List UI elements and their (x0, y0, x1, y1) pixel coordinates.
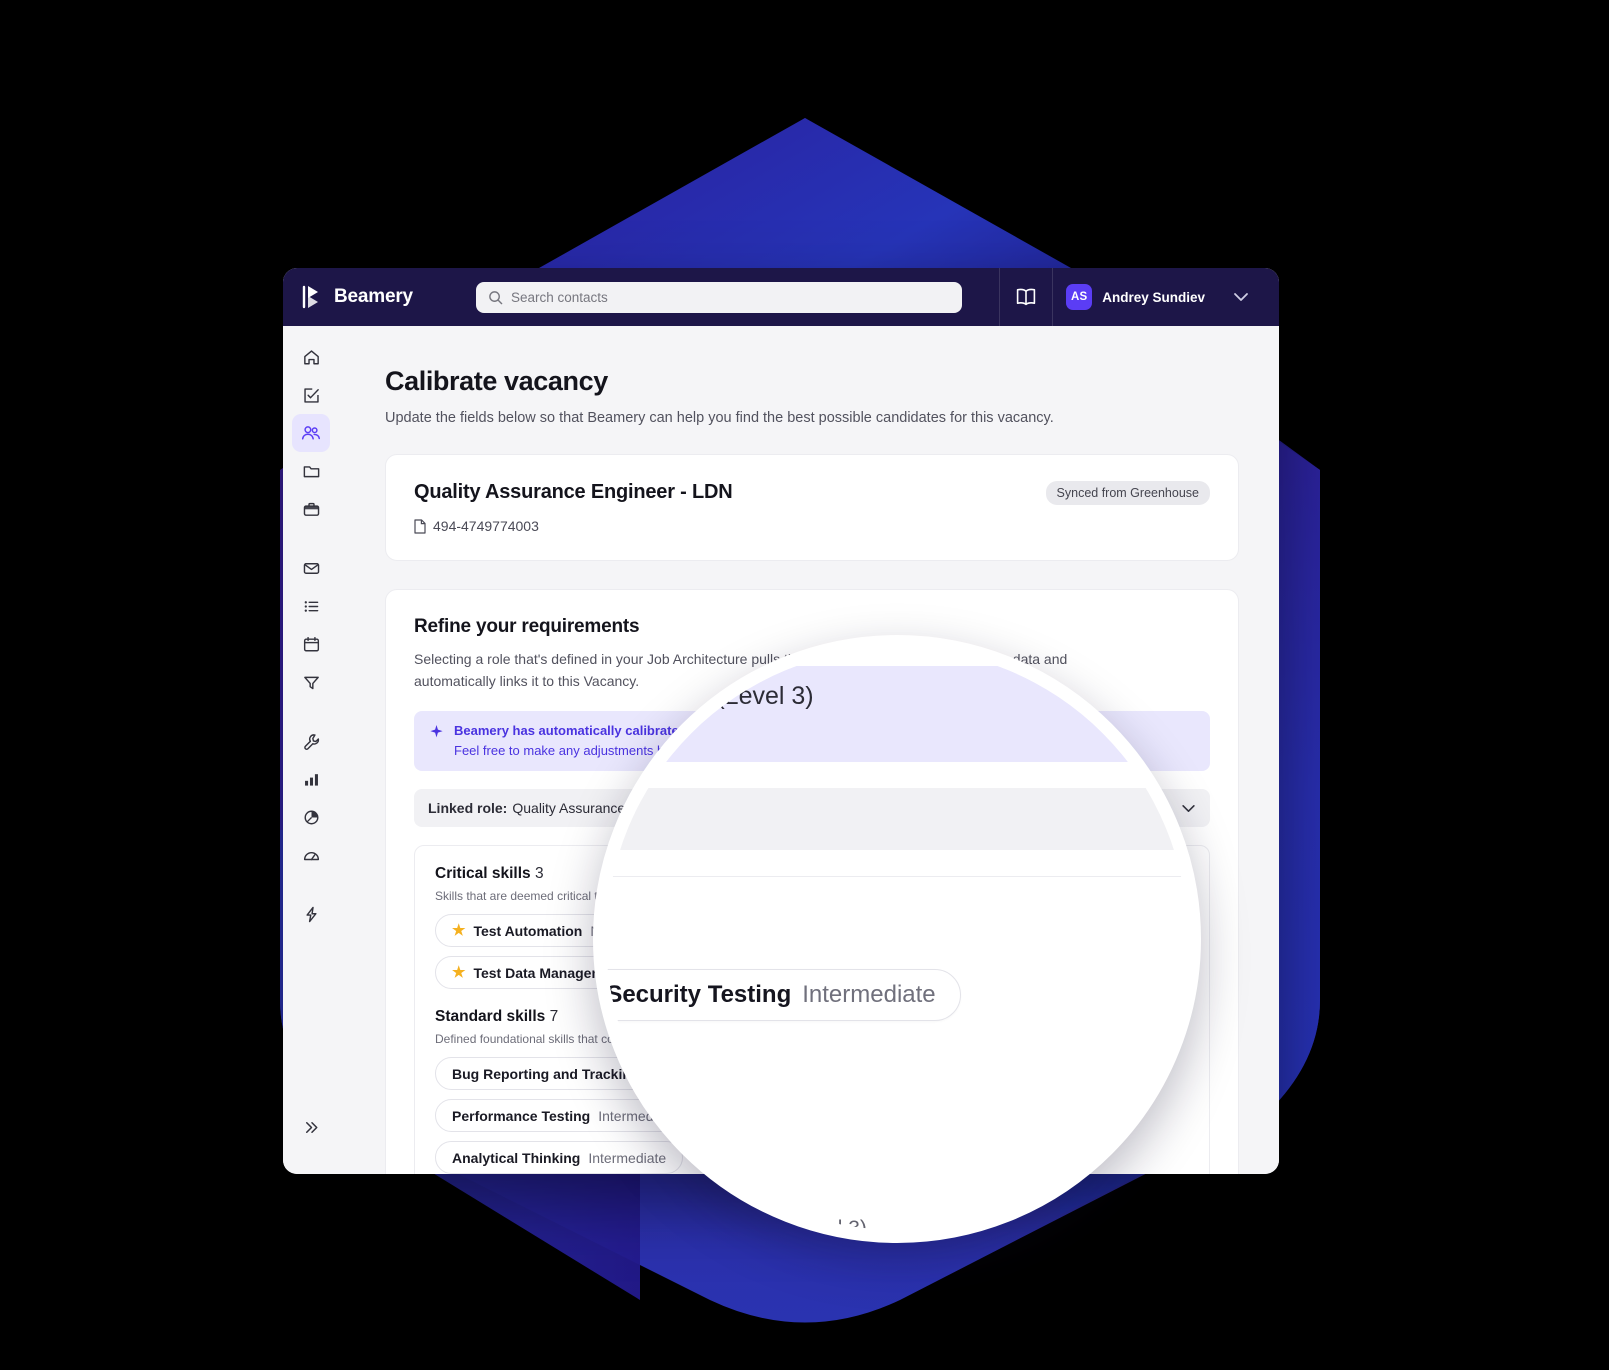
sidebar-item-automation[interactable] (292, 895, 330, 933)
user-name: Andrey Sundiev (1102, 289, 1205, 305)
user-menu[interactable]: AS Andrey Sundiev (1053, 268, 1219, 326)
status-badge: Synced from Greenhouse (1045, 481, 1210, 505)
magnified-view: ngineer (Level 3) y Assuranc 3 critical … (606, 648, 1188, 1230)
sidebar-item-lists[interactable] (292, 587, 330, 625)
sidebar-item-contacts[interactable] (292, 414, 330, 452)
critical-skills-count: 3 (534, 865, 544, 883)
folder-icon (303, 465, 319, 477)
standard-skills-label: Standard skills (435, 1008, 546, 1026)
vacancy-title: Quality Assurance Engineer - LDN (414, 481, 733, 503)
sidebar-item-filters[interactable] (292, 663, 330, 701)
sidebar-expand-button[interactable] (292, 1108, 330, 1146)
magnified-standard-description: nal skills that comprise a Staff Quality… (606, 1217, 867, 1230)
pie-chart-icon (304, 810, 318, 824)
lightning-icon (305, 906, 317, 922)
list-icon (304, 600, 318, 612)
check-square-icon (303, 387, 319, 403)
brand-logo[interactable]: Beamery (301, 284, 469, 310)
sidebar-navigation (283, 326, 339, 1174)
page-title: Calibrate vacancy (385, 366, 608, 396)
sidebar-item-analytics[interactable] (292, 798, 330, 836)
chevron-down-icon (1234, 293, 1248, 301)
search-icon (489, 290, 503, 304)
book-icon (1017, 288, 1036, 306)
page-subtitle: Update the fields below so that Beamery … (385, 410, 1054, 426)
sidebar-item-projects[interactable] (292, 452, 330, 490)
sidebar-item-calendar[interactable] (292, 625, 330, 663)
search-bar[interactable] (476, 281, 962, 313)
envelope-icon (303, 562, 319, 574)
skill-name: Analytical Thinking (452, 1149, 581, 1166)
home-icon (303, 349, 319, 364)
vacancy-reference: 494-4749774003 (414, 518, 1210, 534)
chevron-double-right-icon (305, 1121, 317, 1133)
magnified-skill-chip[interactable]: ★ Security Testing Intermediate (606, 969, 961, 1021)
sidebar-item-reports[interactable] (292, 760, 330, 798)
gauge-icon (303, 851, 319, 860)
vacancy-summary-card: Quality Assurance Engineer - LDN Synced … (385, 454, 1239, 561)
critical-skills-label: Critical skills (435, 865, 531, 883)
sidebar-item-vacancies[interactable] (292, 490, 330, 528)
sparkle-icon (430, 725, 443, 738)
skill-name: Performance Testing (452, 1107, 591, 1124)
skill-name: Test Automation (473, 922, 583, 939)
user-menu-caret[interactable] (1219, 268, 1263, 326)
people-icon (301, 426, 320, 440)
briefcase-icon (303, 502, 319, 516)
wrench-icon (303, 733, 319, 750)
calendar-icon (303, 636, 319, 651)
avatar: AS (1066, 284, 1093, 310)
star-icon: ★ (452, 922, 466, 940)
magnified-skills-panel: 3 critical to the success of this role a… (606, 876, 1188, 1230)
sidebar-item-performance[interactable] (292, 836, 330, 874)
top-navigation-bar: Beamery AS (283, 268, 1279, 326)
linked-role-label: Linked role: (428, 800, 508, 817)
sidebar-item-messages[interactable] (292, 549, 330, 587)
star-icon: ★ (452, 964, 466, 982)
magnifier-content: ngineer (Level 3) y Assuranc 3 critical … (606, 648, 1188, 1230)
search-input[interactable] (511, 289, 950, 305)
topbar-right-group: AS Andrey Sundiev (999, 268, 1263, 326)
knowledge-base-button[interactable] (1000, 268, 1052, 326)
beamery-logo-icon (302, 285, 318, 309)
bar-chart-icon (304, 773, 318, 786)
magnified-linked-role[interactable]: y Assuranc (606, 788, 1188, 850)
skill-level: Intermediate (802, 981, 936, 1008)
document-icon (414, 518, 426, 534)
magnifier-lens: ngineer (Level 3) y Assuranc 3 critical … (593, 635, 1201, 1243)
sidebar-item-home[interactable] (292, 338, 330, 376)
refine-title: Refine your requirements (414, 616, 640, 637)
standard-skills-count: 7 (549, 1008, 559, 1026)
sidebar-item-tasks[interactable] (292, 376, 330, 414)
screenshot-stage: Beamery AS (0, 0, 1609, 1370)
sidebar-item-tools[interactable] (292, 722, 330, 760)
magnified-banner-role-text: ngineer (Level 3) (626, 682, 814, 710)
skill-name: Security Testing (606, 981, 792, 1008)
magnified-ai-banner (606, 666, 1188, 762)
vacancy-header: Quality Assurance Engineer - LDN Synced … (414, 481, 1210, 505)
funnel-icon (303, 676, 319, 689)
brand-name: Beamery (334, 286, 413, 307)
vacancy-reference-number: 494-4749774003 (433, 518, 539, 534)
